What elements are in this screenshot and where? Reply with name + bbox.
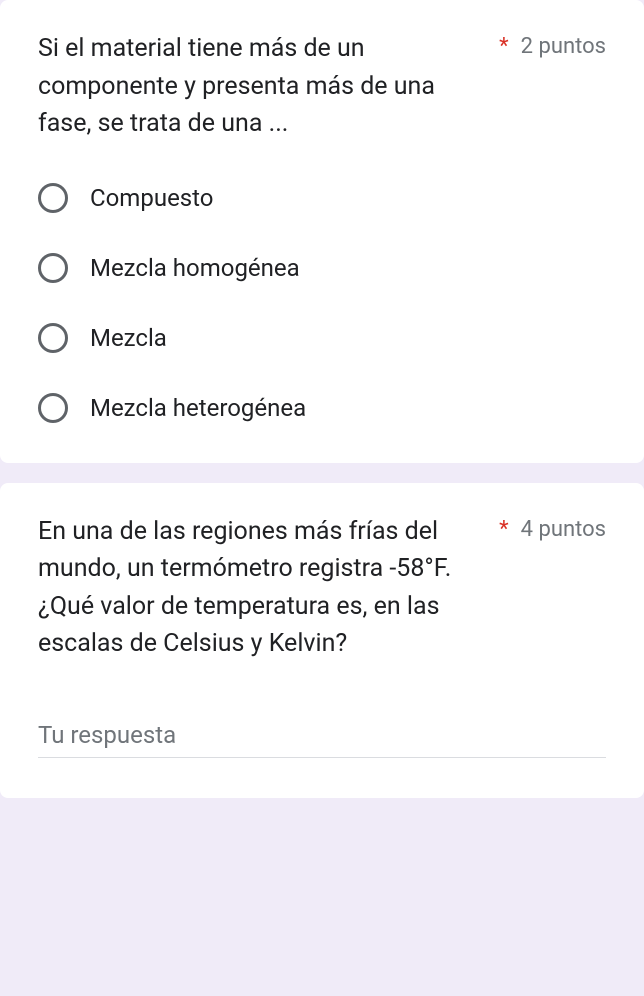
radio-icon — [38, 183, 68, 213]
option-mezcla[interactable]: Mezcla — [38, 323, 606, 353]
question-text: En una de las regiones más frías del mun… — [38, 513, 487, 663]
option-mezcla-heterogenea[interactable]: Mezcla heterogénea — [38, 393, 606, 423]
options-group: Compuesto Mezcla homogénea Mezcla Mezcla… — [38, 183, 606, 423]
question-header: Si el material tiene más de un component… — [38, 30, 606, 143]
option-compuesto[interactable]: Compuesto — [38, 183, 606, 213]
question-header: En una de las regiones más frías del mun… — [38, 513, 606, 663]
option-label: Compuesto — [90, 184, 213, 212]
question-card-2: En una de las regiones más frías del mun… — [0, 483, 644, 798]
question-text: Si el material tiene más de un component… — [38, 30, 487, 143]
option-label: Mezcla homogénea — [90, 254, 300, 282]
question-card-1: Si el material tiene más de un component… — [0, 0, 644, 463]
radio-icon — [38, 393, 68, 423]
required-asterisk: * — [499, 32, 508, 63]
required-asterisk: * — [499, 515, 508, 546]
points-label: 4 puntos — [521, 515, 606, 546]
radio-icon — [38, 323, 68, 353]
text-input-wrapper — [38, 713, 606, 758]
answer-input[interactable] — [38, 713, 606, 758]
option-mezcla-homogenea[interactable]: Mezcla homogénea — [38, 253, 606, 283]
option-label: Mezcla — [90, 324, 167, 352]
points-label: 2 puntos — [521, 32, 606, 63]
option-label: Mezcla heterogénea — [90, 394, 306, 422]
radio-icon — [38, 253, 68, 283]
